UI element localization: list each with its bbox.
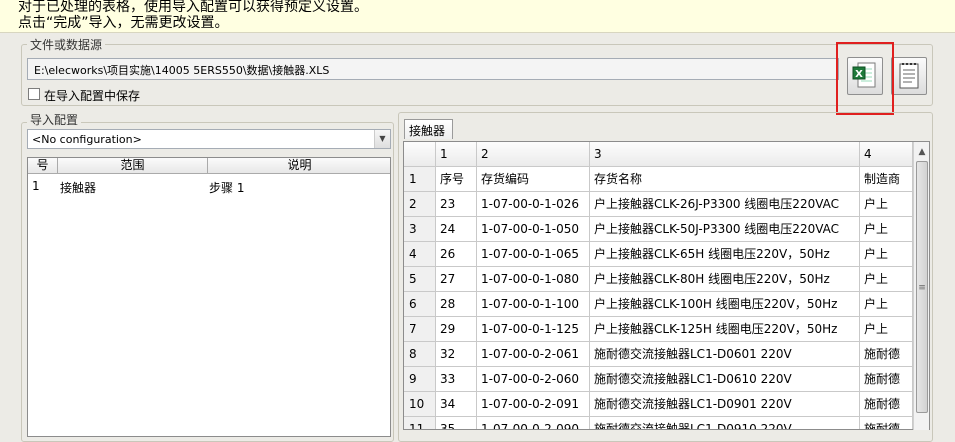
grid-cell[interactable]: 户上: [860, 292, 913, 317]
grid-cell[interactable]: 序号: [436, 167, 477, 192]
source-group-label: 文件或数据源: [27, 38, 106, 52]
info-line-1: 对于已处理的表格，使用导入配置可以获得预定义设置。: [18, 0, 368, 15]
table-row[interactable]: 10 34 1-07-00-0-2-091 施耐德交流接触器LC1-D0901 220…: [404, 392, 913, 417]
grid-cell[interactable]: 24: [436, 217, 477, 242]
grid-cell[interactable]: 26: [436, 242, 477, 267]
row-header[interactable]: 6: [404, 292, 436, 317]
source-path-field[interactable]: E:\elecworks\项目实施\14005 5ERS550\数据\接触器.X…: [27, 58, 839, 80]
table-row[interactable]: 7 29 1-07-00-0-1-125 户上接触器CLK-125H 线圈电压220V…: [404, 317, 913, 342]
grid-cell[interactable]: 户上: [860, 267, 913, 292]
grid-cell[interactable]: 制造商: [860, 167, 913, 192]
row-header[interactable]: 9: [404, 367, 436, 392]
scroll-thumb[interactable]: ≡: [916, 161, 928, 413]
grid-cell[interactable]: 户上: [860, 317, 913, 342]
config-row-desc: 步骤 1: [209, 181, 245, 195]
grid-cell[interactable]: 1-07-00-0-1-100: [477, 292, 590, 317]
config-col-desc[interactable]: 说明: [208, 158, 390, 174]
grid-cell[interactable]: 27: [436, 267, 477, 292]
grid-cell[interactable]: 1-07-00-0-1-080: [477, 267, 590, 292]
row-header[interactable]: 11: [404, 417, 436, 429]
grid-cell[interactable]: 35: [436, 417, 477, 429]
grid-cell[interactable]: 23: [436, 192, 477, 217]
grid-cell[interactable]: 施耐德交流接触器LC1-D0910 220V: [590, 417, 860, 429]
col-header[interactable]: 4: [860, 142, 913, 167]
config-row-num: 1: [32, 179, 40, 193]
notes-button[interactable]: [891, 57, 927, 95]
config-col-range[interactable]: 范围: [58, 158, 208, 174]
grid-cell[interactable]: 户上接触器CLK-125H 线圈电压220V，50Hz: [590, 317, 860, 342]
row-header[interactable]: 1: [404, 167, 436, 192]
table-row[interactable]: 9 33 1-07-00-0-2-060 施耐德交流接触器LC1-D0610 220V…: [404, 367, 913, 392]
row-header[interactable]: 4: [404, 242, 436, 267]
column-header-row[interactable]: 1234: [404, 142, 913, 167]
config-select[interactable]: <No configuration> ▼: [27, 129, 391, 149]
grid-cell[interactable]: 1-07-00-0-1-026: [477, 192, 590, 217]
grid-cell[interactable]: 施耐德: [860, 367, 913, 392]
table-row[interactable]: 1 序号 存货编码 存货名称 制造商: [404, 167, 913, 192]
grid-cell[interactable]: 存货名称: [590, 167, 860, 192]
grid-cell[interactable]: 1-07-00-0-2-090: [477, 417, 590, 429]
grid-cell[interactable]: 1-07-00-0-1-065: [477, 242, 590, 267]
grid-cell[interactable]: 33: [436, 367, 477, 392]
grid-cell[interactable]: 户上: [860, 217, 913, 242]
table-row[interactable]: 8 32 1-07-00-0-2-061 施耐德交流接触器LC1-D0601 220V…: [404, 342, 913, 367]
grid-cell[interactable]: 1-07-00-0-2-091: [477, 392, 590, 417]
table-row[interactable]: 6 28 1-07-00-0-1-100 户上接触器CLK-100H 线圈电压220V…: [404, 292, 913, 317]
row-header[interactable]: 7: [404, 317, 436, 342]
grid-cell[interactable]: 施耐德: [860, 342, 913, 367]
save-in-config-checkbox[interactable]: [28, 88, 40, 100]
config-col-num[interactable]: 号: [28, 158, 58, 174]
grid-cell[interactable]: 28: [436, 292, 477, 317]
grid-cell[interactable]: 1-07-00-0-1-050: [477, 217, 590, 242]
grid-cell[interactable]: 1-07-00-0-2-060: [477, 367, 590, 392]
chevron-down-icon[interactable]: ▼: [374, 130, 390, 148]
grid-cell[interactable]: 户上接触器CLK-80H 线圈电压220V，50Hz: [590, 267, 860, 292]
grid-cell[interactable]: 户上接触器CLK-50J-P3300 线圈电压220VAC: [590, 217, 860, 242]
table-row[interactable]: 4 26 1-07-00-0-1-065 户上接触器CLK-65H 线圈电压220V，…: [404, 242, 913, 267]
grid-cell[interactable]: 存货编码: [477, 167, 590, 192]
grid-cell[interactable]: 施耐德: [860, 392, 913, 417]
grid-cell[interactable]: 施耐德交流接触器LC1-D0610 220V: [590, 367, 860, 392]
config-select-value: <No configuration>: [32, 133, 142, 146]
sheet-grid: 1 2 3 4 1 序号 存货编码 存货名称 制造商 2 23 1-07-00-0-1-026 户上接触…: [403, 141, 930, 430]
row-header[interactable]: 5: [404, 267, 436, 292]
table-row[interactable]: 3 24 1-07-00-0-1-050 户上接触器CLK-50J-P3300 线圈电…: [404, 217, 913, 242]
grid-cell[interactable]: 1-07-00-0-2-061: [477, 342, 590, 367]
row-header[interactable]: 8: [404, 342, 436, 367]
table-row[interactable]: 5 27 1-07-00-0-1-080 户上接触器CLK-80H 线圈电压220V，…: [404, 267, 913, 292]
row-header[interactable]: 10: [404, 392, 436, 417]
col-header[interactable]: 2: [477, 142, 590, 167]
grid-cell[interactable]: 1-07-00-0-1-125: [477, 317, 590, 342]
info-line-2: 点击“完成”导入，无需更改设置。: [18, 15, 229, 31]
grid-cell[interactable]: 29: [436, 317, 477, 342]
grid-cell[interactable]: 施耐德交流接触器LC1-D0601 220V: [590, 342, 860, 367]
grid-cell[interactable]: 户上接触器CLK-65H 线圈电压220V，50Hz: [590, 242, 860, 267]
row-header[interactable]: 3: [404, 217, 436, 242]
col-header[interactable]: 1: [436, 142, 477, 167]
grid-cell[interactable]: 施耐德交流接触器LC1-D0901 220V: [590, 392, 860, 417]
col-header[interactable]: 3: [590, 142, 860, 167]
grid-cell[interactable]: 户上: [860, 242, 913, 267]
save-in-config-label: 在导入配置中保存: [44, 89, 141, 103]
notepad-icon: [899, 63, 919, 89]
grid-cell[interactable]: 施耐德: [860, 417, 913, 429]
config-list: 号 范围 说明 1 接触器 步骤 1: [27, 157, 391, 437]
grid-cell[interactable]: 户上接触器CLK-26J-P3300 线圈电压220VAC: [590, 192, 860, 217]
highlight-box: [836, 42, 894, 115]
scroll-up-icon[interactable]: ▲: [914, 144, 930, 160]
vertical-scrollbar[interactable]: ▲ ≡: [913, 142, 929, 430]
tab-sheet[interactable]: 接触器: [404, 119, 453, 139]
info-banner: 对于已处理的表格，使用导入配置可以获得预定义设置。 点击“完成”导入，无需更改设…: [0, 0, 955, 33]
import-config-label: 导入配置: [27, 113, 82, 127]
grid-cell[interactable]: 户上接触器CLK-100H 线圈电压220V，50Hz: [590, 292, 860, 317]
row-header[interactable]: 2: [404, 192, 436, 217]
config-row-range: 接触器: [60, 181, 97, 195]
grid-cell[interactable]: 32: [436, 342, 477, 367]
table-row[interactable]: 2 23 1-07-00-0-1-026 户上接触器CLK-26J-P3300 线圈电…: [404, 192, 913, 217]
corner-cell[interactable]: [404, 142, 436, 167]
grid-cell[interactable]: 户上: [860, 192, 913, 217]
table-row[interactable]: 11 35 1-07-00-0-2-090 施耐德交流接触器LC1-D0910 220…: [404, 417, 913, 429]
grid-cell[interactable]: 34: [436, 392, 477, 417]
